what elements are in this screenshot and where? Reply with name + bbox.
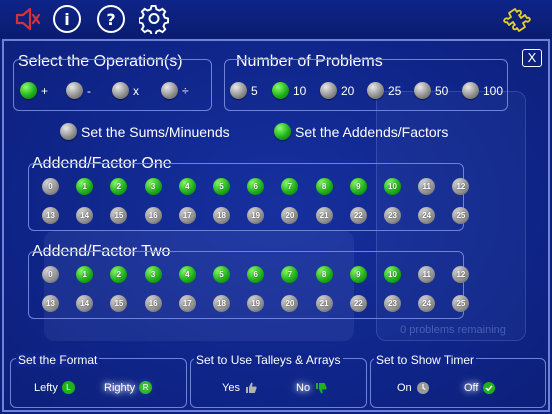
radio-unselected-icon <box>66 82 83 99</box>
factor-one-number-17[interactable]: 17 <box>178 207 196 224</box>
mode-sums-minuends[interactable]: Set the Sums/Minuends <box>60 123 230 140</box>
factor-two-number-21[interactable]: 21 <box>315 295 333 312</box>
radio-unselected-icon <box>112 82 129 99</box>
clock-icon <box>416 382 429 394</box>
problems-option-10[interactable]: 10 <box>272 82 306 99</box>
factor-two-number-22[interactable]: 22 <box>349 295 367 312</box>
talleys-yes-option[interactable]: Yes <box>222 381 258 395</box>
radio-selected-icon <box>274 123 291 140</box>
settings-panel: 0 problems remaining X Select the Operat… <box>2 39 550 412</box>
help-button[interactable]: ? <box>96 4 126 34</box>
radio-selected-icon <box>20 82 37 99</box>
factor-one-number-22[interactable]: 22 <box>349 207 367 224</box>
factor-one-number-21[interactable]: 21 <box>315 207 333 224</box>
factor-two-number-9[interactable]: 9 <box>349 266 367 283</box>
close-button[interactable]: X <box>522 49 542 67</box>
factor-two-number-10[interactable]: 10 <box>384 266 401 283</box>
talleys-title: Set to Use Talleys & Arrays <box>194 353 343 367</box>
operation-multiply[interactable]: x <box>112 82 139 99</box>
timer-title: Set to Show Timer <box>374 353 477 367</box>
factor-two-number-4[interactable]: 4 <box>178 266 196 283</box>
format-title: Set the Format <box>16 353 100 367</box>
factor-one-number-18[interactable]: 18 <box>213 207 230 224</box>
checkmark-icon <box>483 382 496 394</box>
operation-subtract[interactable]: - <box>66 82 91 99</box>
radio-unselected-icon <box>161 82 178 99</box>
mode-addends-factors[interactable]: Set the Addends/Factors <box>274 123 448 140</box>
settings-gear-icon[interactable] <box>138 4 170 34</box>
radio-unselected-icon <box>230 82 247 99</box>
factor-one-number-4[interactable]: 4 <box>178 178 196 195</box>
operation-add[interactable]: + <box>20 82 48 99</box>
radio-unselected-icon <box>367 82 384 99</box>
factor-two-number-3[interactable]: 3 <box>144 266 162 283</box>
radio-unselected-icon <box>60 123 77 140</box>
problems-option-20[interactable]: 20 <box>320 82 354 99</box>
format-lefty-option[interactable]: Lefty L <box>34 381 75 394</box>
factor-one-number-5[interactable]: 5 <box>213 178 230 195</box>
radio-unselected-icon <box>462 82 479 99</box>
problems-option-50[interactable]: 50 <box>414 82 448 99</box>
problems-option-25[interactable]: 25 <box>367 82 401 99</box>
help-icon: ? <box>97 5 125 33</box>
lefty-toggle-icon: L <box>61 381 75 394</box>
background-problems-remaining: 0 problems remaining <box>400 324 506 336</box>
factor-one-number-23[interactable]: 23 <box>384 207 401 224</box>
factor-two-number-5[interactable]: 5 <box>213 266 230 283</box>
radio-unselected-icon <box>320 82 337 99</box>
info-button[interactable]: i <box>52 4 82 34</box>
thumbs-down-icon <box>316 383 327 394</box>
righty-toggle-icon: R <box>139 381 153 394</box>
radio-unselected-icon <box>414 82 431 99</box>
factor-two-number-16[interactable]: 16 <box>144 295 162 312</box>
factor-two-number-18[interactable]: 18 <box>213 295 230 312</box>
timer-off-option[interactable]: Off <box>464 381 496 395</box>
problems-option-5[interactable]: 5 <box>230 82 258 99</box>
factor-one-number-16[interactable]: 16 <box>144 207 162 224</box>
timer-on-option[interactable]: On <box>397 381 430 395</box>
talleys-no-option[interactable]: No <box>296 381 328 395</box>
speaker-muted-icon[interactable] <box>10 4 44 34</box>
format-righty-option[interactable]: Righty R <box>104 381 153 394</box>
info-icon: i <box>53 5 81 33</box>
factor-two-number-23[interactable]: 23 <box>384 295 401 312</box>
problems-option-100[interactable]: 100 <box>462 82 503 99</box>
factor-one-number-0[interactable]: 0 <box>42 178 59 195</box>
factor-one-number-10[interactable]: 10 <box>384 178 401 195</box>
factor-two-number-8[interactable]: 8 <box>315 266 333 283</box>
top-toolbar: i ? <box>0 0 552 38</box>
factor-two-number-13[interactable]: 13 <box>42 295 59 312</box>
radio-selected-icon <box>272 82 289 99</box>
thumbs-up-icon <box>245 382 257 393</box>
factor-two-number-17[interactable]: 17 <box>178 295 196 312</box>
factor-one-number-8[interactable]: 8 <box>315 178 333 195</box>
operation-divide[interactable]: ÷ <box>161 82 189 99</box>
factor-two-number-0[interactable]: 0 <box>42 266 59 283</box>
factor-one-number-9[interactable]: 9 <box>349 178 367 195</box>
factor-one-number-3[interactable]: 3 <box>144 178 162 195</box>
puzzle-icon[interactable] <box>502 4 534 34</box>
factor-one-number-13[interactable]: 13 <box>42 207 59 224</box>
